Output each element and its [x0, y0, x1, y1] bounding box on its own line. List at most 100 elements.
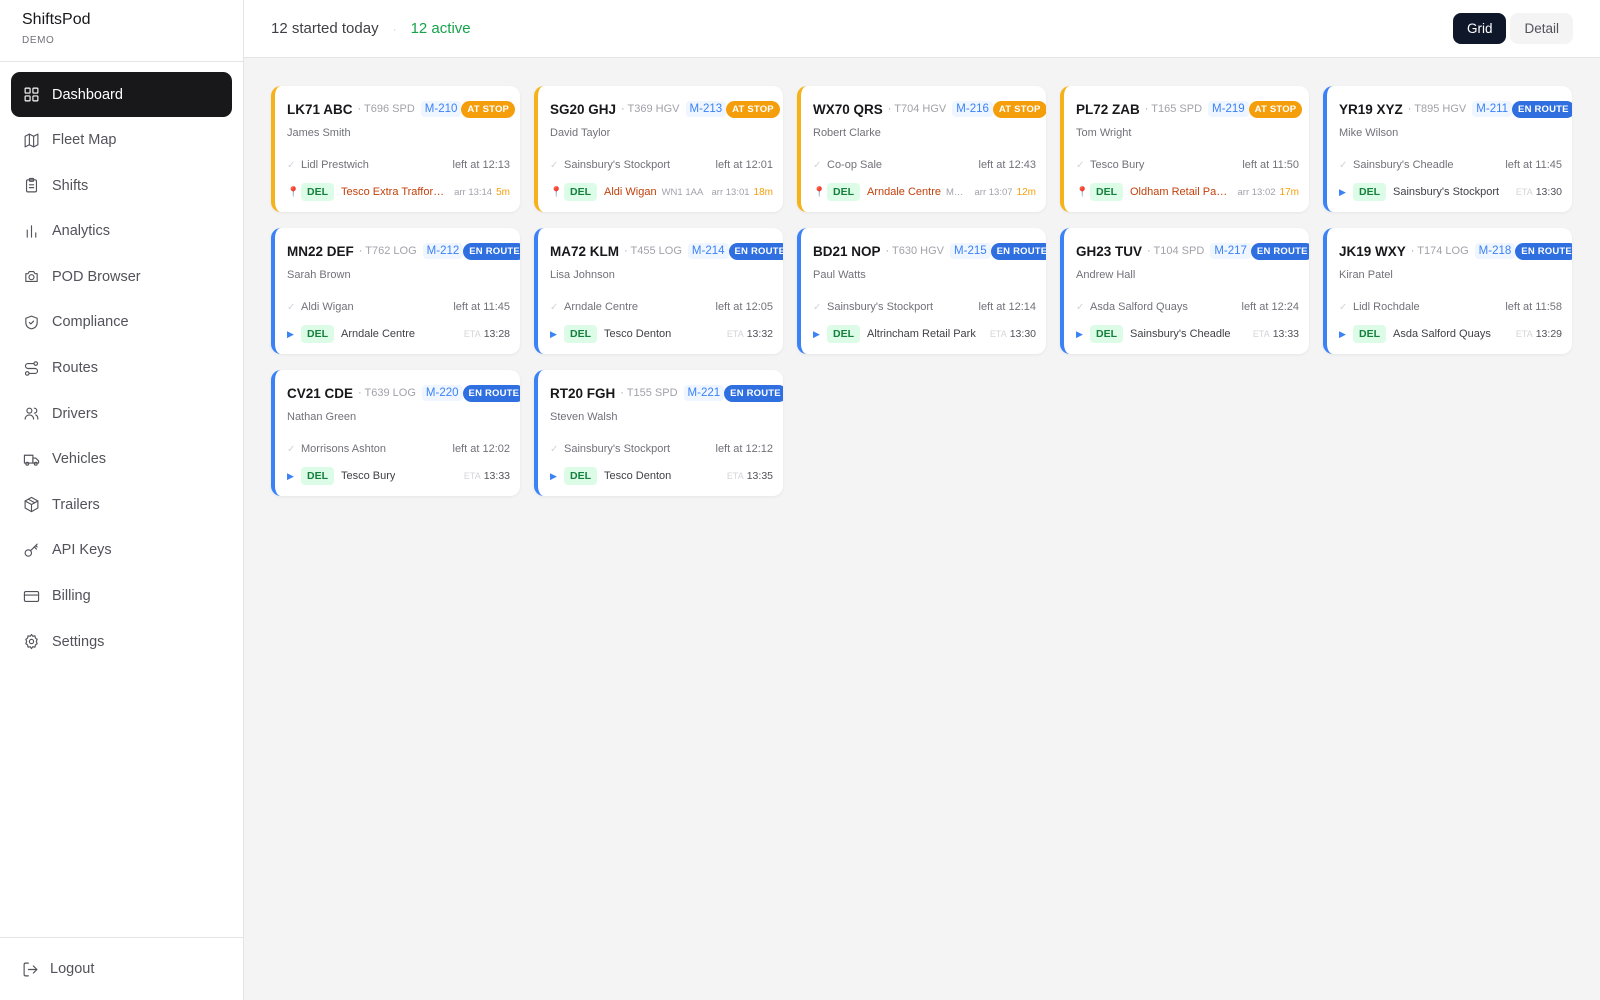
grid-icon — [23, 86, 40, 103]
eta-info: ETA 13:33 — [1247, 328, 1299, 340]
shift-card[interactable]: PL72 ZAB · T165 SPD M-219 AT STOP Tom Wright… — [1060, 86, 1309, 212]
sidebar-item-billing[interactable]: Billing — [11, 574, 232, 619]
truck-icon — [23, 451, 40, 468]
sidebar-item-pod-browser[interactable]: POD Browser — [11, 254, 232, 299]
delivery-type-badge: DEL — [301, 183, 334, 201]
sidebar-item-api-keys[interactable]: API Keys — [11, 528, 232, 573]
sidebar-item-dashboard[interactable]: Dashboard — [11, 72, 232, 117]
vehicle-plate: SG20 GHJ — [550, 101, 617, 117]
next-stop: 📍 DEL Arndale Centre M… arr 13:07 12m — [813, 182, 1036, 202]
play-icon: ▶ — [287, 328, 294, 339]
credit-card-icon — [23, 588, 40, 605]
card-header: BD21 NOP · T630 HGV M-215 EN ROUTE — [813, 241, 1046, 261]
status-badge: AT STOP — [992, 100, 1046, 118]
play-icon: ▶ — [550, 470, 557, 481]
shift-card[interactable]: WX70 QRS · T704 HGV M-216 AT STOP Robert Cla… — [797, 86, 1046, 212]
eta-label: ETA — [989, 329, 1007, 339]
detail-view-button[interactable]: Detail — [1510, 13, 1573, 44]
map-pin-icon: 📍 — [550, 186, 563, 198]
departure-time: left at 12:13 — [452, 159, 511, 171]
next-stop-name: Tesco Denton — [604, 328, 672, 340]
vehicle-plate: RT20 FGH — [550, 385, 616, 401]
delivery-type-badge: DEL — [564, 325, 597, 343]
stat-separator: · — [392, 21, 397, 36]
sidebar-item-settings[interactable]: Settings — [11, 619, 232, 664]
trailer-info: · T165 SPD — [1144, 103, 1203, 115]
departure-time: left at 11:45 — [453, 301, 510, 313]
dwell-time: 12m — [1016, 187, 1036, 198]
brand: ShiftsPod DEMO — [0, 0, 243, 62]
status-badge: EN ROUTE — [990, 242, 1046, 260]
next-stop-postcode: WN1 1AA — [661, 186, 704, 198]
shift-card[interactable]: MA72 KLM · T455 LOG M-214 EN ROUTE Lisa John… — [534, 228, 783, 354]
sidebar-item-drivers[interactable]: Drivers — [11, 391, 232, 436]
sidebar-item-routes[interactable]: Routes — [11, 346, 232, 391]
grid-view-button[interactable]: Grid — [1452, 13, 1507, 44]
sidebar-item-vehicles[interactable]: Vehicles — [11, 437, 232, 482]
shift-card[interactable]: CV21 CDE · T639 LOG M-220 EN ROUTE Nathan Gr… — [271, 370, 520, 496]
previous-stop: ✓ Sainsbury's Cheadle left at 11:45 — [1339, 158, 1562, 172]
play-icon: ▶ — [1076, 328, 1083, 339]
sidebar-item-label: Drivers — [52, 405, 98, 422]
sidebar-item-label: Shifts — [52, 177, 89, 194]
sidebar-item-fleet-map[interactable]: Fleet Map — [11, 118, 232, 163]
arrival-info: arr 13:01 18m — [706, 186, 773, 198]
eta-info: ETA 13:33 — [458, 470, 510, 482]
card-header: CV21 CDE · T639 LOG M-220 EN ROUTE — [287, 383, 520, 403]
active-count: 12 active — [410, 20, 471, 37]
previous-stop: ✓ Sainsbury's Stockport left at 12:01 — [550, 158, 773, 172]
departure-time: left at 12:24 — [1241, 301, 1300, 313]
shift-card[interactable]: MN22 DEF · T762 LOG M-212 EN ROUTE Sarah Bro… — [271, 228, 520, 354]
driver-name: Paul Watts — [813, 269, 866, 281]
status-badge: EN ROUTE — [724, 384, 783, 402]
sidebar-item-trailers[interactable]: Trailers — [11, 482, 232, 527]
sidebar-nav: Dashboard Fleet Map Shifts Analytics POD Bro… — [0, 62, 243, 675]
vehicle-plate: MN22 DEF — [287, 243, 354, 259]
card-header: SG20 GHJ · T369 HGV M-213 AT STOP — [550, 99, 780, 119]
departure-time: left at 12:14 — [978, 301, 1037, 313]
arrival-time: arr 13:14 — [454, 187, 493, 198]
shift-card[interactable]: SG20 GHJ · T369 HGV M-213 AT STOP David Tayl… — [534, 86, 783, 212]
check-icon: ✓ — [550, 443, 559, 455]
eta-label: ETA — [463, 329, 481, 339]
status-badge: EN ROUTE — [728, 242, 783, 260]
sidebar-item-label: Compliance — [52, 314, 129, 331]
status-badge: AT STOP — [461, 100, 516, 118]
logout-button[interactable]: Logout — [0, 937, 243, 1000]
next-stop-name: Sainsbury's Stockport — [1393, 186, 1500, 198]
card-header: PL72 ZAB · T165 SPD M-219 AT STOP — [1076, 99, 1303, 119]
next-stop: ▶ DEL Arndale Centre ETA 13:28 — [287, 324, 510, 344]
previous-stop-name: Lidl Prestwich — [301, 159, 369, 171]
departure-time: left at 11:45 — [1505, 159, 1562, 171]
shift-card[interactable]: RT20 FGH · T155 SPD M-221 EN ROUTE Steven Wa… — [534, 370, 783, 496]
route-icon — [23, 360, 40, 377]
play-icon: ▶ — [287, 470, 294, 481]
sidebar: ShiftsPod DEMO Dashboard Fleet Map Shifts A… — [0, 0, 244, 1000]
clipboard-icon — [23, 177, 40, 194]
shift-card[interactable]: YR19 XYZ · T895 HGV M-211 EN ROUTE Mike Wils… — [1323, 86, 1572, 212]
card-header: MN22 DEF · T762 LOG M-212 EN ROUTE — [287, 241, 520, 261]
trailer-info: · T696 SPD — [357, 103, 415, 115]
check-icon: ✓ — [1339, 159, 1348, 171]
shift-card[interactable]: JK19 WXY · T174 LOG M-218 EN ROUTE Kiran Pat… — [1323, 228, 1572, 354]
users-icon — [23, 405, 40, 422]
trailer-info: · T704 HGV — [887, 103, 947, 115]
camera-icon — [23, 268, 40, 285]
arrival-time: arr 13:07 — [974, 187, 1013, 198]
sidebar-item-shifts[interactable]: Shifts — [11, 163, 232, 208]
driver-name: Sarah Brown — [287, 269, 351, 281]
shift-card[interactable]: BD21 NOP · T630 HGV M-215 EN ROUTE Paul Watt… — [797, 228, 1046, 354]
sidebar-item-compliance[interactable]: Compliance — [11, 300, 232, 345]
next-stop-postcode: M… — [946, 186, 964, 198]
logout-label: Logout — [50, 961, 95, 977]
sidebar-item-analytics[interactable]: Analytics — [11, 209, 232, 254]
departure-time: left at 11:50 — [1242, 159, 1299, 171]
trailer-info: · T155 SPD — [620, 387, 678, 399]
eta-label: ETA — [1515, 187, 1533, 197]
eta-label: ETA — [726, 329, 744, 339]
shift-card[interactable]: LK71 ABC · T696 SPD M-210 AT STOP James Smit… — [271, 86, 520, 212]
eta-time: 13:28 — [483, 328, 510, 340]
delivery-type-badge: DEL — [1353, 325, 1386, 343]
previous-stop-name: Lidl Rochdale — [1353, 301, 1420, 313]
shift-card[interactable]: GH23 TUV · T104 SPD M-217 EN ROUTE Andrew Ha… — [1060, 228, 1309, 354]
